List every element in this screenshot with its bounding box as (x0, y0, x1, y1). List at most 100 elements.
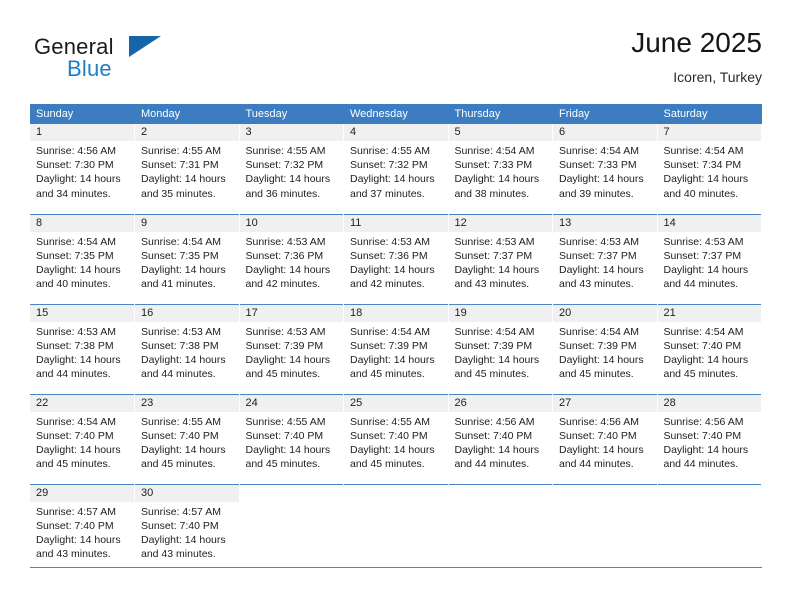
calendar-day-cell-empty (552, 483, 658, 574)
calendar-day-cell[interactable]: 19 Sunrise: 4:54 AM Sunset: 7:39 PM Dayligh… (448, 303, 553, 394)
sunrise-text: Sunrise: 4:56 AM (663, 415, 744, 428)
weekday-header-sunday: Sunday (30, 104, 135, 124)
weekday-header-saturday: Saturday (657, 104, 762, 124)
day-details: Sunrise: 4:53 AM Sunset: 7:37 PM Daylight:… (449, 232, 553, 292)
brand-logo[interactable]: General Blue (34, 34, 254, 90)
calendar-day-cell[interactable]: 12 Sunrise: 4:53 AM Sunset: 7:37 PM Dayligh… (448, 213, 553, 304)
calendar-day-cell[interactable]: 28 Sunrise: 4:56 AM Sunset: 7:40 PM Dayligh… (657, 393, 762, 484)
day-number: 24 (239, 394, 343, 412)
daylight-text-line1: Daylight: 14 hours (350, 173, 435, 186)
daylight-text-line1: Daylight: 14 hours (245, 443, 331, 456)
daylight-text-line1: Daylight: 14 hours (663, 173, 749, 186)
day-number: 26 (448, 394, 552, 412)
calendar-body: 1 Sunrise: 4:56 AM Sunset: 7:30 PM Daylight… (30, 124, 762, 574)
day-details: Sunrise: 4:54 AM Sunset: 7:40 PM Daylight:… (658, 322, 762, 382)
sunrise-text: Sunrise: 4:55 AM (141, 145, 221, 157)
calendar-day-cell[interactable]: 7 Sunrise: 4:54 AM Sunset: 7:34 PM Daylight… (657, 124, 762, 214)
sunset-text: Sunset: 7:38 PM (36, 339, 114, 352)
day-details: Sunrise: 4:56 AM Sunset: 7:30 PM Daylight:… (30, 141, 134, 201)
daylight-text-line1: Daylight: 14 hours (350, 443, 435, 456)
calendar-day-cell[interactable]: 2 Sunrise: 4:55 AM Sunset: 7:31 PM Daylight… (134, 124, 240, 214)
daylight-text-line1: Daylight: 14 hours (36, 263, 121, 276)
calendar-day-cell[interactable]: 15 Sunrise: 4:53 AM Sunset: 7:38 PM Dayligh… (30, 303, 135, 394)
calendar-day-cell[interactable]: 14 Sunrise: 4:53 AM Sunset: 7:37 PM Dayligh… (657, 213, 762, 304)
sunset-text: Sunset: 7:35 PM (36, 249, 114, 262)
day-details: Sunrise: 4:55 AM Sunset: 7:31 PM Daylight:… (135, 141, 239, 201)
calendar-day-cell[interactable]: 9 Sunrise: 4:54 AM Sunset: 7:35 PM Daylight… (134, 213, 240, 304)
day-details: Sunrise: 4:55 AM Sunset: 7:40 PM Daylight:… (135, 412, 239, 472)
day-details: Sunrise: 4:53 AM Sunset: 7:38 PM Daylight:… (30, 322, 134, 382)
daylight-text-line1: Daylight: 14 hours (559, 353, 644, 366)
calendar-day-cell[interactable]: 13 Sunrise: 4:53 AM Sunset: 7:37 PM Dayligh… (552, 213, 658, 304)
sunrise-text: Sunrise: 4:56 AM (36, 145, 116, 157)
sunset-text: Sunset: 7:39 PM (454, 339, 533, 352)
daylight-text-line1: Daylight: 14 hours (245, 263, 331, 276)
calendar-day-cell[interactable]: 1 Sunrise: 4:56 AM Sunset: 7:30 PM Daylight… (30, 124, 135, 214)
daylight-text-line1: Daylight: 14 hours (663, 353, 749, 366)
daylight-text-line1: Daylight: 14 hours (141, 263, 226, 276)
calendar-day-cell[interactable]: 26 Sunrise: 4:56 AM Sunset: 7:40 PM Dayligh… (448, 393, 553, 484)
day-number: 8 (30, 214, 134, 232)
calendar-day-cell[interactable]: 22 Sunrise: 4:54 AM Sunset: 7:40 PM Dayligh… (30, 393, 135, 484)
title-block: June 2025 Icoren, Turkey (631, 26, 762, 86)
sunrise-text: Sunrise: 4:55 AM (245, 145, 326, 157)
calendar-day-cell[interactable]: 21 Sunrise: 4:54 AM Sunset: 7:40 PM Dayligh… (657, 303, 762, 394)
sunrise-text: Sunrise: 4:53 AM (36, 325, 116, 338)
sunrise-text: Sunrise: 4:53 AM (454, 235, 535, 248)
weekday-header-thursday: Thursday (448, 104, 553, 124)
daylight-text-line1: Daylight: 14 hours (454, 263, 540, 276)
weekday-header-tuesday: Tuesday (239, 104, 344, 124)
calendar-day-cell[interactable]: 30 Sunrise: 4:57 AM Sunset: 7:40 PM Dayligh… (134, 483, 240, 574)
calendar-day-cell[interactable]: 23 Sunrise: 4:55 AM Sunset: 7:40 PM Dayligh… (134, 393, 240, 484)
day-details: Sunrise: 4:54 AM Sunset: 7:35 PM Daylight:… (135, 232, 239, 292)
sunset-text: Sunset: 7:38 PM (141, 339, 219, 352)
calendar-day-cell[interactable]: 20 Sunrise: 4:54 AM Sunset: 7:39 PM Dayligh… (552, 303, 658, 394)
sunrise-text: Sunrise: 4:55 AM (350, 145, 430, 157)
calendar-day-cell[interactable]: 10 Sunrise: 4:53 AM Sunset: 7:36 PM Dayligh… (239, 213, 344, 304)
day-number: 6 (553, 124, 657, 141)
calendar-day-cell[interactable]: 11 Sunrise: 4:53 AM Sunset: 7:36 PM Dayligh… (343, 213, 449, 304)
daylight-text-line2: and 41 minutes. (141, 278, 216, 291)
calendar-day-cell[interactable]: 18 Sunrise: 4:54 AM Sunset: 7:39 PM Dayligh… (343, 303, 449, 394)
daylight-text-line2: and 40 minutes. (663, 187, 739, 200)
calendar-day-cell[interactable]: 24 Sunrise: 4:55 AM Sunset: 7:40 PM Dayligh… (239, 393, 344, 484)
daylight-text-line1: Daylight: 14 hours (245, 353, 331, 366)
daylight-text-line1: Daylight: 14 hours (350, 263, 435, 276)
daylight-text-line2: and 44 minutes. (36, 368, 111, 381)
daylight-text-line2: and 43 minutes. (559, 278, 634, 291)
daylight-text-line2: and 44 minutes. (559, 458, 634, 471)
sunset-text: Sunset: 7:37 PM (559, 249, 637, 262)
day-number: 4 (344, 124, 448, 141)
calendar-day-cell[interactable]: 27 Sunrise: 4:56 AM Sunset: 7:40 PM Dayligh… (552, 393, 658, 484)
calendar-day-cell[interactable]: 8 Sunrise: 4:54 AM Sunset: 7:35 PM Daylight… (30, 213, 135, 304)
sunset-text: Sunset: 7:40 PM (454, 429, 533, 442)
sunrise-text: Sunrise: 4:55 AM (245, 415, 326, 428)
day-details: Sunrise: 4:54 AM Sunset: 7:39 PM Daylight:… (553, 322, 657, 382)
calendar-day-cell[interactable]: 4 Sunrise: 4:55 AM Sunset: 7:32 PM Daylight… (343, 124, 449, 214)
sunrise-text: Sunrise: 4:56 AM (454, 415, 535, 428)
day-details: Sunrise: 4:57 AM Sunset: 7:40 PM Daylight:… (30, 502, 134, 562)
weekday-header-wednesday: Wednesday (343, 104, 449, 124)
daylight-text-line1: Daylight: 14 hours (36, 443, 121, 456)
day-number (553, 484, 657, 502)
page-title: June 2025 (631, 27, 762, 58)
calendar-day-cell[interactable]: 17 Sunrise: 4:53 AM Sunset: 7:39 PM Dayligh… (239, 303, 344, 394)
calendar-day-cell[interactable]: 6 Sunrise: 4:54 AM Sunset: 7:33 PM Daylight… (552, 124, 658, 214)
sunrise-text: Sunrise: 4:54 AM (36, 235, 116, 248)
daylight-text-line1: Daylight: 14 hours (559, 443, 644, 456)
calendar-day-cell[interactable]: 3 Sunrise: 4:55 AM Sunset: 7:32 PM Daylight… (239, 124, 344, 214)
sunset-text: Sunset: 7:40 PM (663, 429, 742, 442)
calendar-week-row: 22 Sunrise: 4:54 AM Sunset: 7:40 PM Dayligh… (30, 393, 762, 484)
day-details: Sunrise: 4:53 AM Sunset: 7:39 PM Daylight:… (240, 322, 344, 382)
daylight-text-line1: Daylight: 14 hours (454, 353, 540, 366)
sunset-text: Sunset: 7:40 PM (559, 429, 637, 442)
day-number: 9 (135, 214, 239, 232)
calendar-day-cell[interactable]: 29 Sunrise: 4:57 AM Sunset: 7:40 PM Dayligh… (30, 483, 135, 574)
calendar-day-cell[interactable]: 25 Sunrise: 4:55 AM Sunset: 7:40 PM Dayligh… (343, 393, 449, 484)
calendar-day-cell-empty (343, 483, 449, 574)
daylight-text-line2: and 45 minutes. (663, 368, 739, 381)
weekday-header-monday: Monday (134, 104, 240, 124)
calendar-day-cell[interactable]: 16 Sunrise: 4:53 AM Sunset: 7:38 PM Dayligh… (134, 303, 240, 394)
day-number: 14 (657, 214, 761, 232)
calendar-day-cell[interactable]: 5 Sunrise: 4:54 AM Sunset: 7:33 PM Daylight… (448, 124, 553, 214)
